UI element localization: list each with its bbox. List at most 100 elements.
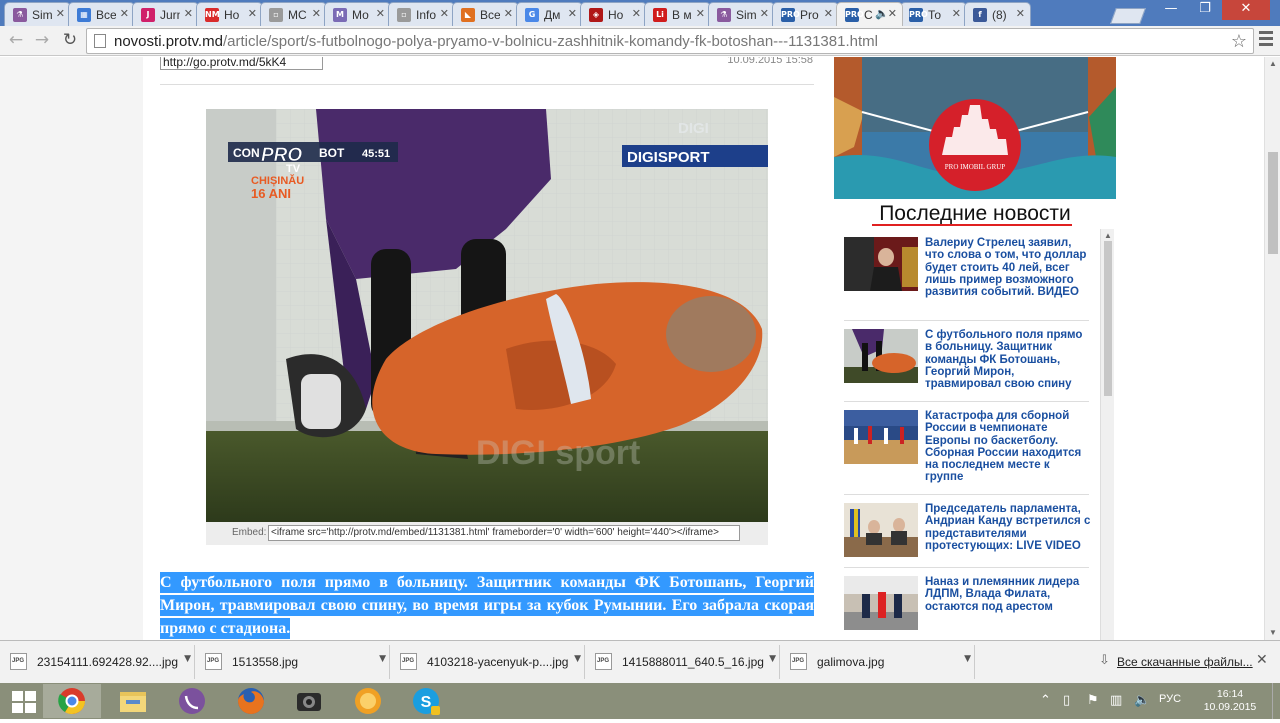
download-item[interactable]: 1415888011_640.5_16.jpg ▼ (585, 645, 780, 679)
tab-close-icon[interactable]: ✕ (696, 7, 705, 20)
news-item[interactable]: С футбольного поля прямо в больницу. Защ… (844, 321, 1089, 402)
windows-start-icon[interactable] (12, 691, 36, 713)
tab-close-icon[interactable]: ✕ (120, 7, 129, 20)
chrome-menu-icon[interactable] (1259, 31, 1273, 49)
browser-tab[interactable]: PRO То ✕ (900, 2, 967, 26)
scroll-up-icon[interactable]: ▲ (1104, 231, 1112, 240)
taskbar-camera-icon[interactable] (280, 684, 338, 718)
page-scrollbar[interactable]: ▲ ▼ (1264, 57, 1280, 640)
tray-device-icon[interactable]: ▯ (1063, 693, 1070, 708)
browser-tab[interactable]: Li В м ✕ (644, 2, 711, 26)
sidebar-scrollbar[interactable]: ▲ (1100, 229, 1114, 640)
taskbar-firefox-icon[interactable] (222, 684, 280, 718)
browser-tab[interactable]: NM Ho ✕ (196, 2, 263, 26)
sidebar-scroll-thumb[interactable] (1104, 241, 1112, 396)
system-clock[interactable]: 16:14 10.09.2015 (1200, 688, 1260, 714)
taskbar-explorer-icon[interactable] (104, 684, 162, 718)
news-title[interactable]: Валериу Стрелец заявил, что слова о том,… (925, 237, 1091, 298)
news-thumbnail[interactable] (844, 410, 918, 464)
browser-tab[interactable]: PRO Pro ✕ (772, 2, 839, 26)
minimize-button[interactable]: — (1154, 0, 1188, 20)
news-title[interactable]: Председатель парламента, Андриан Канду в… (925, 503, 1091, 552)
news-thumbnail[interactable] (844, 237, 918, 291)
show-desktop-button[interactable] (1272, 683, 1280, 719)
tab-close-icon[interactable]: ✕ (184, 7, 193, 20)
forward-button[interactable]: → (31, 30, 53, 52)
download-item[interactable]: 1513558.jpg ▼ (195, 645, 390, 679)
address-bar[interactable]: novosti.protv.md/article/sport/s-futboln… (86, 28, 1254, 54)
tab-close-icon[interactable]: ✕ (824, 7, 833, 20)
browser-tab[interactable]: PRO С 🔈 ✕ (836, 2, 903, 26)
article-lead-selection[interactable]: С футбольного поля прямо в больницу. Защ… (160, 572, 814, 639)
browser-tab[interactable]: ▦ Все ✕ (68, 2, 135, 26)
download-item[interactable]: galimova.jpg ▼ (780, 645, 975, 679)
tray-network-icon[interactable]: ▥ (1110, 693, 1122, 708)
browser-tab[interactable]: f (8) ✕ (964, 2, 1031, 26)
taskbar-viber-icon[interactable] (163, 684, 221, 718)
tab-close-icon[interactable]: ✕ (248, 7, 257, 20)
keyboard-language[interactable]: РУС (1159, 693, 1181, 705)
chevron-down-icon[interactable]: ▼ (769, 654, 776, 664)
news-item[interactable]: Катастрофа для сборной России в чемпиона… (844, 402, 1089, 495)
tab-close-icon[interactable]: ✕ (760, 7, 769, 20)
tray-chevron-up-icon[interactable]: ⌃ (1040, 693, 1051, 708)
tray-volume-icon[interactable]: 🔈 (1134, 693, 1150, 708)
download-item[interactable]: 23154111.692428.92....jpg ▼ (0, 645, 195, 679)
close-window-button[interactable]: ✕ (1222, 0, 1270, 20)
scroll-down-icon[interactable]: ▼ (1269, 628, 1277, 637)
browser-tab[interactable]: ◈ Ho ✕ (580, 2, 647, 26)
tab-close-icon[interactable]: ✕ (888, 7, 897, 20)
news-item[interactable]: Валериу Стрелец заявил, что слова о том,… (844, 229, 1089, 321)
tray-flag-icon[interactable]: ⚑ (1087, 693, 1099, 708)
tab-close-icon[interactable]: ✕ (504, 7, 513, 20)
tab-close-icon[interactable]: ✕ (312, 7, 321, 20)
news-thumbnail[interactable] (844, 503, 918, 557)
all-downloads-link[interactable]: Все скачанные файлы... (1117, 655, 1253, 669)
tab-close-icon[interactable]: ✕ (440, 7, 449, 20)
browser-tab[interactable]: M Мо ✕ (324, 2, 391, 26)
short-link-field[interactable]: http://go.protv.md/5kK4 (160, 57, 323, 70)
news-thumbnail[interactable] (844, 329, 918, 383)
taskbar-chrome-icon[interactable] (43, 684, 101, 718)
bookmark-star-icon[interactable]: ☆ (1231, 31, 1247, 52)
tab-close-icon[interactable]: ✕ (376, 7, 385, 20)
restore-button[interactable]: ❐ (1190, 0, 1220, 20)
new-tab-button[interactable] (1110, 8, 1146, 24)
tab-close-icon[interactable]: ✕ (952, 7, 961, 20)
url-text[interactable]: novosti.protv.md/article/sport/s-futboln… (114, 33, 878, 50)
taskbar-torrent-icon[interactable] (339, 684, 397, 718)
news-item[interactable]: Наназ и племянник лидера ЛДПМ, Влада Фил… (844, 568, 1089, 640)
browser-tab[interactable]: ◣ Все ✕ (452, 2, 519, 26)
browser-tab[interactable]: J Jurn ✕ (132, 2, 199, 26)
news-title[interactable]: С футбольного поля прямо в больницу. Защ… (925, 329, 1091, 390)
article-lead[interactable]: С футбольного поля прямо в больницу. Защ… (160, 571, 814, 640)
tab-audio-icon[interactable]: 🔈 (875, 7, 889, 20)
tab-close-icon[interactable]: ✕ (568, 7, 577, 20)
browser-tab[interactable]: G Дм ✕ (516, 2, 583, 26)
chevron-down-icon[interactable]: ▼ (964, 654, 971, 664)
scroll-up-icon[interactable]: ▲ (1269, 59, 1277, 68)
news-title[interactable]: Катастрофа для сборной России в чемпиона… (925, 410, 1091, 484)
reload-button[interactable]: ↻ (59, 30, 81, 52)
video-player[interactable]: CON BOT 45:51 PRO TV CHIȘINĂU 16 ANI DIG… (206, 109, 768, 522)
tab-close-icon[interactable]: ✕ (632, 7, 641, 20)
browser-tab[interactable]: ▫ Info ✕ (388, 2, 455, 26)
taskbar-skype-icon[interactable]: S (397, 684, 455, 718)
embed-code-field[interactable]: <iframe src='http://protv.md/embed/11313… (268, 525, 740, 541)
chevron-down-icon[interactable]: ▼ (574, 654, 581, 664)
news-item[interactable]: Председатель парламента, Андриан Канду в… (844, 495, 1091, 568)
ad-banner[interactable]: PRO IMOBIL GRUP (834, 57, 1116, 199)
chevron-down-icon[interactable]: ▼ (379, 654, 386, 664)
browser-tab[interactable]: ▫ МС ✕ (260, 2, 327, 26)
news-title[interactable]: Наназ и племянник лидера ЛДПМ, Влада Фил… (925, 576, 1091, 613)
back-button[interactable]: ← (5, 30, 27, 52)
tab-close-icon[interactable]: ✕ (56, 7, 65, 20)
news-thumbnail[interactable] (844, 576, 918, 630)
chevron-down-icon[interactable]: ▼ (184, 654, 191, 664)
tab-close-icon[interactable]: ✕ (1016, 7, 1025, 20)
browser-tab[interactable]: ⚗ Sim ✕ (708, 2, 775, 26)
browser-tab[interactable]: ⚗ Sim ✕ (4, 2, 71, 26)
download-item[interactable]: 4103218-yacenyuk-p....jpg ▼ (390, 645, 585, 679)
close-shelf-icon[interactable]: ✕ (1256, 652, 1268, 668)
page-scroll-thumb[interactable] (1268, 152, 1278, 254)
